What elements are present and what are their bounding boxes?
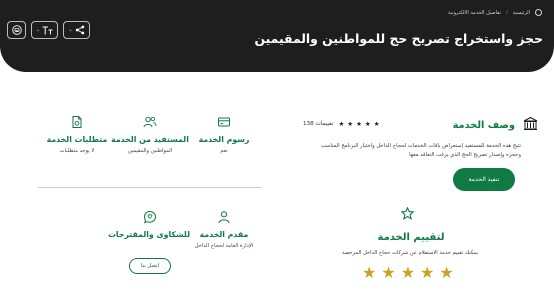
card-icon — [218, 117, 230, 127]
document-icon — [72, 116, 82, 128]
fees-card: رسوم الخدمة نعم — [184, 115, 264, 154]
feedback-icon — [143, 210, 157, 224]
text-size-icon — [42, 26, 53, 34]
fees-value: نعم — [220, 148, 228, 154]
page-tools: ⌄ ⌄ — [7, 21, 90, 39]
requirements-card: متطلبات الخدمة لا يوجد متطلبات — [37, 115, 117, 154]
print-button[interactable] — [7, 21, 26, 39]
service-description-text: تتيح هذه الخدمة للمستفيد إستعراض باقات ا… — [320, 143, 521, 158]
chevron-down-icon: ⌄ — [68, 27, 73, 33]
rating-stars: ★ ★ ★ ★ ★ — [338, 120, 379, 128]
share-icon — [75, 25, 84, 35]
chevron-down-icon: ⌄ — [35, 27, 41, 33]
provider-card: مقدم الخدمة الإدارة العامة لحجاج الداخل — [184, 210, 264, 249]
breadcrumb-separator: / — [506, 9, 508, 16]
text-size-button[interactable]: ⌄ — [31, 21, 58, 39]
home-icon[interactable] — [535, 9, 542, 16]
evaluate-text: يمكنك تقييم خدمة الاستعلام عن شركات حجاج… — [341, 250, 479, 256]
evaluate-stars: ★ ★ ★ ★ ★ — [362, 264, 454, 282]
complaints-card: للشكاوى والمقترحات — [108, 210, 190, 239]
complaints-title: للشكاوى والمقترحات — [108, 230, 190, 239]
execute-service-button[interactable]: تنفيذ الخدمة — [453, 168, 515, 191]
page-header: الرئيسية / تفاصيل الخدمة الالكترونية حجز… — [0, 0, 554, 72]
person-icon — [218, 211, 230, 224]
service-description-title: وصف الخدمة — [452, 120, 515, 131]
breadcrumb: الرئيسية / تفاصيل الخدمة الالكترونية — [448, 9, 542, 16]
building-icon — [523, 116, 538, 130]
rate-star-3[interactable]: ★ — [401, 264, 415, 282]
star-icon: ★ — [373, 120, 380, 128]
beneficiary-card: المستفيد من الخدمة المواطنين والمقيمين — [110, 115, 190, 154]
share-button[interactable]: ⌄ — [63, 21, 90, 39]
rating-count: 138 تقييمات — [303, 121, 334, 127]
fees-title: رسوم الخدمة — [198, 135, 250, 144]
contact-us-button[interactable]: اتصل بنا — [129, 258, 171, 274]
beneficiary-title: المستفيد من الخدمة — [111, 135, 189, 144]
breadcrumb-current: تفاصيل الخدمة الالكترونية — [448, 9, 502, 16]
star-icon: ★ — [347, 120, 354, 128]
provider-title: مقدم الخدمة — [199, 230, 249, 239]
print-icon — [11, 25, 22, 35]
rate-star-5[interactable]: ★ — [439, 264, 453, 282]
page-title: حجز واستخراج تصريح حج للمواطنين والمقيمي… — [254, 31, 543, 46]
star-icon: ★ — [364, 120, 371, 128]
rate-star-2[interactable]: ★ — [381, 264, 395, 282]
evaluate-title: لتقييم الخدمة — [377, 232, 445, 243]
provider-value: الإدارة العامة لحجاج الداخل — [194, 243, 254, 249]
star-outline-icon — [401, 207, 414, 220]
requirements-value: لا يوجد متطلبات — [59, 148, 95, 154]
section-divider — [38, 187, 262, 188]
users-icon — [143, 116, 157, 128]
star-icon: ★ — [356, 120, 362, 128]
breadcrumb-home[interactable]: الرئيسية — [513, 10, 530, 16]
rate-star-4[interactable]: ★ — [420, 264, 434, 282]
requirements-title: متطلبات الخدمة — [46, 135, 108, 144]
service-rating: 138 تقييمات ★ ★ ★ ★ ★ — [303, 120, 380, 128]
rate-star-1[interactable]: ★ — [362, 264, 376, 282]
star-icon: ★ — [338, 120, 345, 128]
beneficiary-value: المواطنين والمقيمين — [127, 148, 173, 154]
